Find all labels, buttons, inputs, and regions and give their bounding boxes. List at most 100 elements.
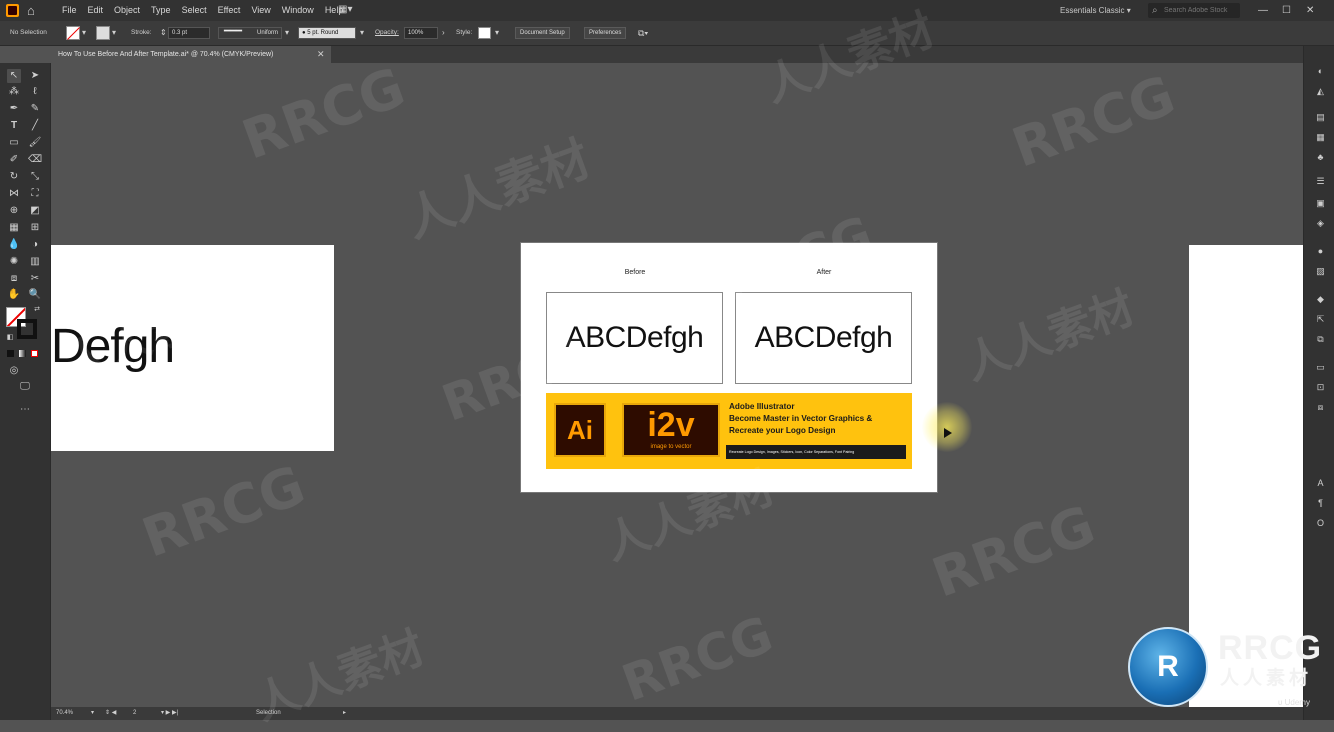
graphic-style-swatch[interactable]	[478, 27, 491, 39]
lasso-tool-icon[interactable]: ℓ	[28, 85, 42, 99]
graphic-styles-icon[interactable]: ▨	[1315, 266, 1326, 277]
menu-select[interactable]: Select	[182, 0, 207, 21]
perspective-grid-tool-icon[interactable]: ▦	[7, 221, 21, 235]
column-graph-tool-icon[interactable]: ▥	[28, 255, 42, 269]
zoom-tool-icon[interactable]: 🔍	[28, 288, 42, 302]
menu-type[interactable]: Type	[151, 0, 171, 21]
color-mode-icon[interactable]	[7, 350, 14, 357]
edit-toolbar-icon[interactable]: ⋯	[18, 403, 32, 417]
minimize-button[interactable]: —	[1258, 0, 1268, 21]
drawing-mode-icon[interactable]: ◎	[7, 364, 21, 378]
character-panel-icon[interactable]: A	[1315, 478, 1326, 489]
free-transform-tool-icon[interactable]: ⛶	[28, 187, 42, 201]
preferences-button[interactable]: Preferences	[584, 27, 627, 39]
maximize-button[interactable]: ☐	[1282, 0, 1291, 21]
home-icon[interactable]: ⌂	[27, 3, 35, 18]
arrange-icon[interactable]: ⧉▾	[638, 21, 648, 45]
pathfinder-panel-icon[interactable]: ⧈	[1315, 402, 1326, 413]
artboard-number[interactable]: 2	[133, 707, 136, 720]
appearance-panel-icon[interactable]: ●	[1315, 246, 1326, 257]
workspace-switcher[interactable]: Essentials Classic ▾	[1060, 0, 1131, 21]
document-tab[interactable]: How To Use Before And After Template.ai*…	[51, 46, 331, 63]
document-setup-button[interactable]: Document Setup	[515, 27, 570, 39]
menu-effect[interactable]: Effect	[218, 0, 241, 21]
swap-colors-icon[interactable]: ⇄	[30, 303, 44, 317]
screen-mode-icon[interactable]: 🖵	[18, 380, 32, 394]
status-menu-icon[interactable]: ▸	[343, 707, 346, 720]
line-segment-tool-icon[interactable]: ╱	[28, 119, 42, 133]
align-panel-icon[interactable]: ▭	[1315, 362, 1326, 373]
swatches-panel-icon[interactable]: ▦	[1315, 132, 1326, 143]
arrange-documents-icon[interactable]: ▦▾	[338, 4, 352, 15]
direct-selection-tool-icon[interactable]: ➤	[28, 69, 42, 83]
color-panel-icon[interactable]: ◐	[1315, 66, 1326, 77]
opacity-label[interactable]: Opacity:	[375, 21, 399, 45]
mesh-tool-icon[interactable]: ⊞	[28, 221, 42, 235]
none-mode-icon[interactable]	[31, 350, 38, 357]
transparency-panel-icon[interactable]: ◈	[1315, 218, 1326, 229]
zoom-dropdown-icon[interactable]: ▾	[91, 707, 94, 720]
artboard-nav-prev-icon[interactable]: ⇕ ◀	[105, 707, 116, 720]
transform-panel-icon[interactable]: ⊡	[1315, 382, 1326, 393]
shape-builder-tool-icon[interactable]: ⊕	[7, 204, 21, 218]
default-colors-icon[interactable]: ◧	[3, 331, 17, 345]
search-input[interactable]	[1164, 3, 1238, 18]
menu-items: File Edit Object Type Select Effect View…	[62, 0, 354, 21]
shaper-tool-icon[interactable]: ✐	[7, 153, 21, 167]
before-sample-box: ABCDefgh	[546, 292, 723, 384]
libraries-panel-icon[interactable]: ▤	[1315, 112, 1326, 123]
close-window-button[interactable]: ✕	[1306, 0, 1314, 21]
selection-tool-icon[interactable]: ↖	[7, 69, 21, 83]
live-paint-bucket-icon[interactable]: ◩	[28, 204, 42, 218]
brush-dropdown-icon[interactable]: ▾	[360, 21, 364, 45]
stroke-weight-field[interactable]: 0.3 pt	[168, 27, 210, 39]
menu-edit[interactable]: Edit	[88, 0, 104, 21]
magic-wand-tool-icon[interactable]: ⁂	[7, 85, 21, 99]
symbol-sprayer-tool-icon[interactable]: ✺	[7, 255, 21, 269]
pen-tool-icon[interactable]: ✒	[7, 102, 21, 116]
profile-dropdown-icon[interactable]: ▾	[285, 21, 289, 45]
width-tool-icon[interactable]: ⋈	[7, 187, 21, 201]
fill-swatch[interactable]	[66, 26, 80, 40]
style-dropdown-icon[interactable]: ▾	[495, 21, 499, 45]
gradient-panel-icon[interactable]: ▣	[1315, 198, 1326, 209]
scale-tool-icon[interactable]: ⤡	[28, 170, 42, 184]
stroke-color-box[interactable]	[17, 319, 37, 339]
stroke-stepper-icon[interactable]: ⇕	[160, 21, 167, 45]
stroke-panel-icon[interactable]: ☰	[1315, 176, 1326, 187]
artboard-tool-icon[interactable]: ⧈	[7, 272, 21, 286]
rectangle-tool-icon[interactable]: ▭	[7, 136, 21, 150]
eyedropper-tool-icon[interactable]: 💧	[7, 238, 21, 252]
color-guide-icon[interactable]: ◭	[1315, 86, 1326, 97]
close-tab-icon[interactable]: ✕	[317, 46, 325, 63]
paintbrush-tool-icon[interactable]: 🖌	[28, 136, 42, 150]
artboard-nav-next-icon[interactable]: ▾ ▶ ▶|	[161, 707, 178, 720]
eraser-tool-icon[interactable]: ⌫	[28, 153, 42, 167]
rotate-tool-icon[interactable]: ↻	[7, 170, 21, 184]
stroke-label[interactable]: Stroke:	[131, 21, 152, 45]
opacity-field[interactable]: 100%	[404, 27, 438, 39]
hand-tool-icon[interactable]: ✋	[7, 288, 21, 302]
zoom-level[interactable]: 70.4%	[56, 707, 73, 720]
menu-view[interactable]: View	[251, 0, 270, 21]
fill-dropdown-icon[interactable]: ▾	[82, 21, 86, 45]
opentype-panel-icon[interactable]: O	[1315, 518, 1326, 529]
curvature-tool-icon[interactable]: ✎	[28, 102, 42, 116]
layers-panel-icon[interactable]: ◆	[1315, 294, 1326, 305]
type-tool-icon[interactable]: T	[7, 119, 21, 133]
slice-tool-icon[interactable]: ✂	[28, 272, 42, 286]
stroke-swatch[interactable]	[96, 26, 110, 40]
opacity-arrow-icon[interactable]: ›	[442, 21, 445, 45]
blend-tool-icon[interactable]: ◑	[28, 238, 42, 252]
gradient-mode-icon[interactable]	[19, 350, 26, 357]
menu-window[interactable]: Window	[282, 0, 314, 21]
banner-title-line1: Adobe Illustrator	[729, 402, 795, 411]
brush-definition-select[interactable]: ● 5 pt. Round	[298, 27, 356, 39]
menu-file[interactable]: File	[62, 0, 77, 21]
export-panel-icon[interactable]: ⇱	[1315, 314, 1326, 325]
artboards-panel-icon[interactable]: ⧉	[1315, 334, 1326, 345]
menu-object[interactable]: Object	[114, 0, 140, 21]
paragraph-panel-icon[interactable]: ¶	[1315, 498, 1326, 509]
symbols-panel-icon[interactable]: ♣	[1315, 152, 1326, 163]
stroke-dropdown-icon[interactable]: ▾	[112, 21, 116, 45]
